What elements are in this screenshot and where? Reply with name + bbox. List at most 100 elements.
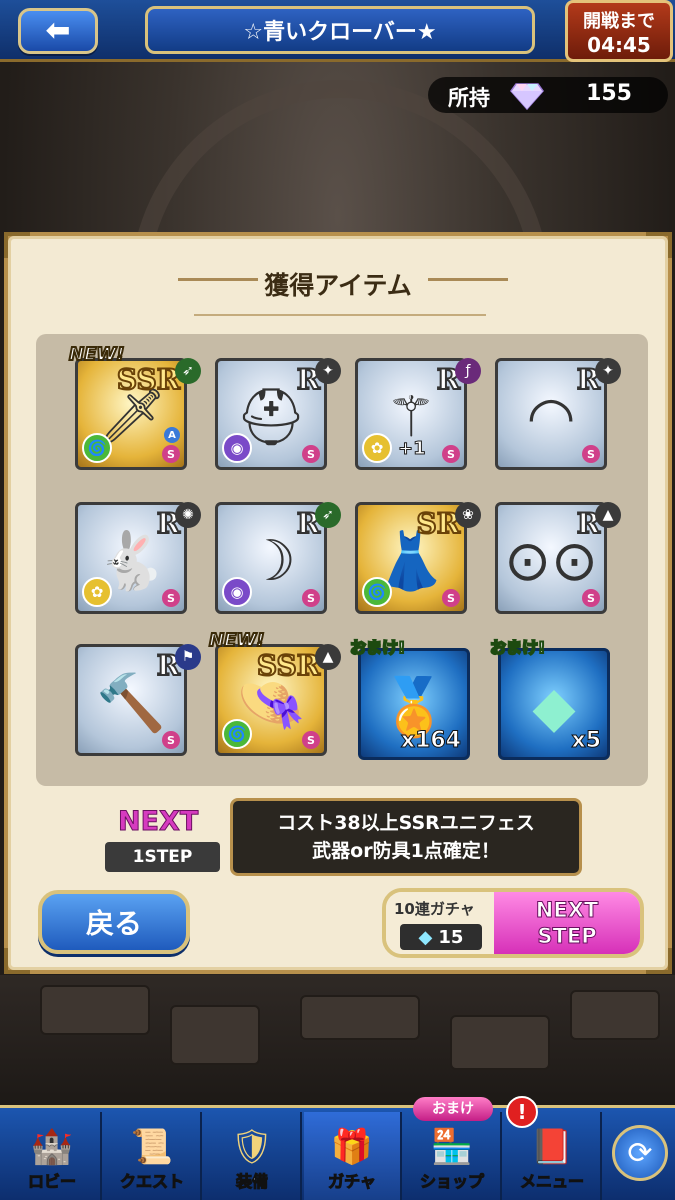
slot-badge: S <box>582 589 600 607</box>
item-card[interactable]: 👗 SR 🌀 S ❀ <box>355 502 481 618</box>
item-card-frame: 🏅 x164 <box>358 648 470 760</box>
slot-badge: S <box>162 445 180 463</box>
title-plate: ☆青いクローバー★ <box>145 6 535 54</box>
wind-element-icon: 🌀 <box>362 577 392 607</box>
slot-badge: S <box>442 589 460 607</box>
next-step-gacha-button[interactable]: 10連ガチャ ◆ 15 NEXT STEP <box>382 888 644 958</box>
shop-icon: 🏪 <box>430 1127 474 1167</box>
axe-type-icon: ⚑ <box>175 644 201 670</box>
item-card-frame: ⊙⊙ R S <box>495 502 607 614</box>
item-card[interactable]: 🐇 R ✿ S ✺ <box>75 502 201 618</box>
light-element-icon: ✿ <box>362 433 392 463</box>
gacha-cost-value: 15 <box>438 926 464 948</box>
item-card-frame: ⛑ R ◉ S <box>215 358 327 470</box>
item-quantity: x164 <box>400 728 461 754</box>
bonus-item-card[interactable]: 🏅 x164 おまけ! <box>349 637 474 764</box>
page-title: ☆青いクローバー★ <box>243 20 437 45</box>
item-card-frame: ☽ R ◉ S <box>215 502 327 614</box>
battle-timer[interactable]: 開戦まで 04:45 <box>565 0 673 62</box>
nav-quest[interactable]: 📜 クエスト <box>104 1112 202 1200</box>
rarity-label: SR <box>416 506 461 541</box>
rarity-label: SSR <box>256 648 321 683</box>
item-card-frame: ◠ R S <box>495 358 607 470</box>
return-button[interactable]: 戻る <box>38 890 190 954</box>
light-element-icon: ✿ <box>82 577 112 607</box>
castle-icon: 🏰 <box>30 1127 74 1167</box>
timer-value: 04:45 <box>587 33 651 57</box>
slot-badge: S <box>582 445 600 463</box>
shop-bonus-badge: おまけ <box>413 1097 493 1121</box>
beast-type-icon: ✺ <box>175 502 201 528</box>
slot-badge: S <box>302 731 320 749</box>
panel-corner <box>646 232 672 258</box>
item-card[interactable]: 🗡 SSR 🌀 A S ➶ NEW! <box>68 343 201 474</box>
item-card-frame: 🔨 R S <box>75 644 187 756</box>
arrow-left-icon: ⬅ <box>45 13 71 48</box>
armor-icon: 🛡 <box>230 1127 274 1167</box>
menu-alert-icon: ! <box>506 1096 538 1128</box>
dark-element-icon: ◉ <box>222 433 252 463</box>
staff-type-icon: ƒ <box>455 358 481 384</box>
bonus-tag: おまけ! <box>349 637 406 658</box>
gacha-cost: ◆ 15 <box>400 924 482 950</box>
nav-equipment[interactable]: 🛡 装備 <box>204 1112 302 1200</box>
attribute-badge: A <box>164 427 180 443</box>
item-card-frame: 👗 SR 🌀 S <box>355 502 467 614</box>
menu-icon: 📕 <box>530 1127 574 1167</box>
section-title: 獲得アイテム <box>264 271 412 300</box>
refresh-icon[interactable]: ⟳ <box>612 1125 668 1181</box>
nav-label: クエスト <box>119 1172 184 1192</box>
item-card-frame: 🐇 R ✿ S <box>75 502 187 614</box>
nav-label: ショップ <box>419 1172 484 1192</box>
item-card[interactable]: 👒 SSR 🌀 S ▲ NEW! <box>208 629 341 760</box>
item-card-frame: ◆ x5 <box>498 648 610 760</box>
upgrade-level: +1 <box>398 438 427 460</box>
bonus-item-card[interactable]: ◆ x5 おまけ! <box>489 637 614 764</box>
item-quantity: x5 <box>571 728 601 754</box>
item-card[interactable]: ◠ R S ✦ <box>495 358 621 474</box>
goggles-icon: ⊙⊙ <box>504 529 598 595</box>
back-button[interactable]: ⬅ <box>18 8 98 54</box>
weapon-type-icon: ➶ <box>175 358 201 384</box>
slot-badge: S <box>162 589 180 607</box>
gem-counter-label: 所持 <box>448 86 490 110</box>
crystal-icon: ◆ <box>532 675 576 741</box>
dark-element-icon: ◉ <box>222 577 252 607</box>
timer-label: 開戦まで <box>583 11 655 32</box>
item-card[interactable]: ⛑ R ◉ S ✦ <box>215 358 341 474</box>
rarity-label: SSR <box>116 362 181 397</box>
item-card[interactable]: ☽ R ◉ S ➶ <box>215 502 341 618</box>
bow-icon: ☽ <box>245 529 297 595</box>
title-divider <box>194 314 486 316</box>
slot-badge: S <box>162 731 180 749</box>
nav-label: 装備 <box>235 1172 268 1192</box>
nav-gacha[interactable]: 🎁 ガチャ <box>304 1112 402 1200</box>
panel-corner <box>4 948 30 974</box>
slot-badge: S <box>442 445 460 463</box>
hat-type-icon: ▲ <box>595 502 621 528</box>
background-floor <box>0 975 675 1105</box>
next-step-description: コスト38以上SSRユニフェス 武器or防具1点確定！ <box>230 798 582 876</box>
gem-counter: 所持 155 <box>428 77 668 113</box>
armor-type-icon: ✦ <box>595 358 621 384</box>
hammer-icon: 🔨 <box>96 671 166 737</box>
item-card[interactable]: ⚚ R ✿ +1 S ƒ <box>355 358 481 474</box>
armor-type-icon: ✦ <box>315 358 341 384</box>
bonus-tag: おまけ! <box>489 637 546 658</box>
nav-shop[interactable]: 🏪 ショップ <box>404 1112 502 1200</box>
next-desc-line2: 武器or防具1点確定！ <box>312 840 500 862</box>
panel-corner <box>4 232 30 258</box>
next-label: NEXT <box>117 806 199 838</box>
treasure-chest-icon: 🎁 <box>330 1127 374 1167</box>
nav-lobby[interactable]: 🏰 ロビー <box>4 1112 102 1200</box>
panel-corner <box>646 948 672 974</box>
item-card[interactable]: 🔨 R S ⚑ <box>75 644 201 760</box>
item-card-frame: 🗡 SSR 🌀 A S <box>75 358 187 470</box>
next-step-line2: STEP <box>537 924 597 949</box>
wind-element-icon: 🌀 <box>222 719 252 749</box>
next-desc-line1: コスト38以上SSRユニフェス <box>277 812 535 834</box>
scroll-map-icon: 📜 <box>130 1127 174 1167</box>
gacha-label: 10連ガチャ <box>394 900 475 918</box>
item-card[interactable]: ⊙⊙ R S ▲ <box>495 502 621 618</box>
item-card-frame: 👒 SSR 🌀 S <box>215 644 327 756</box>
